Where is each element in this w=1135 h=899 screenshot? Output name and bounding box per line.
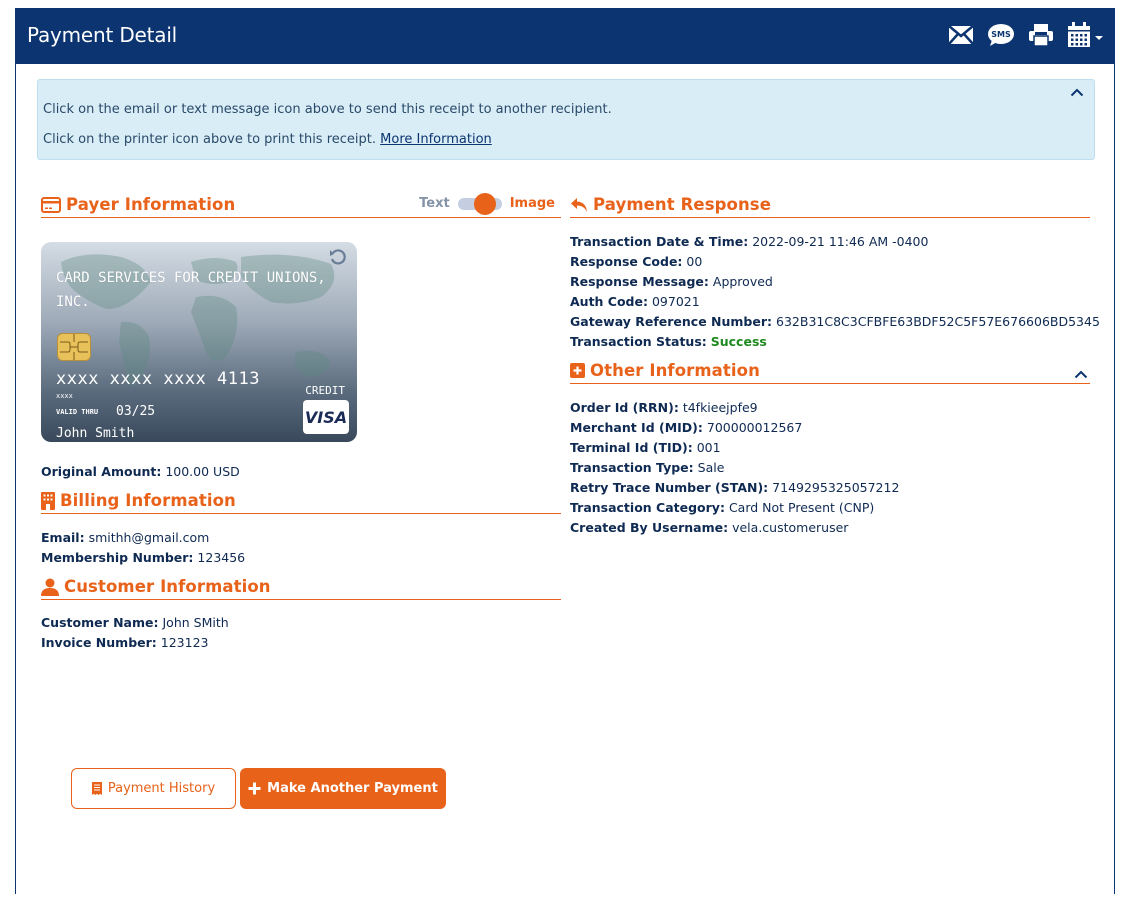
alert-print-text: Click on the printer icon above to print… xyxy=(43,132,381,147)
payment-response-title: Payment Response xyxy=(593,195,772,214)
transaction-status: Transaction Status: Success xyxy=(570,334,767,349)
calendar-button[interactable] xyxy=(1067,22,1104,48)
reply-icon xyxy=(570,197,588,213)
gateway-reference-number: Gateway Reference Number: 632B31C8C3CFBF… xyxy=(570,314,1100,329)
toggle-knob xyxy=(473,192,496,215)
customer-information-header: Customer Information xyxy=(41,574,561,600)
payment-history-label: Payment History xyxy=(107,781,216,796)
original-amount: Original Amount: 100.00 USD xyxy=(41,464,240,479)
sms-button[interactable]: SMS xyxy=(987,23,1015,47)
plus-icon xyxy=(248,782,261,795)
card-type: CREDIT xyxy=(305,384,345,397)
payment-response-header: Payment Response xyxy=(570,192,1090,218)
transaction-type: Transaction Type: Sale xyxy=(570,460,725,475)
valid-thru-label: VALID THRU xyxy=(56,408,99,416)
other-information-title: Other Information xyxy=(590,361,760,380)
billing-email: Email: smithh@gmail.com xyxy=(41,530,210,545)
merchant-id: Merchant Id (MID): 700000012567 xyxy=(570,420,803,435)
retry-trace-number: Retry Trace Number (STAN): 7149295325057… xyxy=(570,480,900,495)
billing-information-title: Billing Information xyxy=(60,491,236,510)
calendar-icon xyxy=(1068,22,1090,47)
page-title: Payment Detail xyxy=(27,23,178,47)
status-badge: Success xyxy=(710,334,767,349)
print-icon xyxy=(1029,24,1053,47)
chevron-up-icon xyxy=(1070,88,1084,97)
toggle-switch[interactable] xyxy=(457,192,502,215)
visa-logo: VISA xyxy=(303,400,349,434)
card-holder-name: John Smith xyxy=(56,426,135,441)
toggle-image-label[interactable]: Image xyxy=(510,196,555,211)
response-code: Response Code: 00 xyxy=(570,254,703,269)
card-number: xxxx xxxx xxxx 4113 xyxy=(56,369,260,389)
customer-name: Customer Name: John SMith xyxy=(41,615,229,630)
sms-icon: SMS xyxy=(988,24,1014,46)
text-image-toggle: Text Image xyxy=(419,192,555,215)
payment-detail-panel: Payment Detail SMS Click on the email or… xyxy=(15,8,1115,894)
user-icon xyxy=(41,578,59,596)
other-information-header: Other Information xyxy=(570,358,1090,384)
order-id: Order Id (RRN): t4fkieejpfe9 xyxy=(570,400,758,415)
svg-text:SMS: SMS xyxy=(991,30,1011,39)
payment-history-button[interactable]: Payment History xyxy=(71,768,236,809)
chevron-up-icon xyxy=(1074,370,1088,379)
payer-information-title: Payer Information xyxy=(66,195,236,214)
billing-information-header: Billing Information xyxy=(41,488,561,514)
payer-information-header: Payer Information Text Image xyxy=(41,192,561,218)
credit-card-image: CARD SERVICES FOR CREDIT UNIONS, INC. xx… xyxy=(41,242,357,442)
alert-collapse-button[interactable] xyxy=(1070,86,1084,101)
flip-card-button[interactable] xyxy=(329,248,347,270)
email-button[interactable] xyxy=(948,25,974,45)
valid-thru-date: 03/25 xyxy=(116,404,156,419)
other-information-collapse-button[interactable] xyxy=(1074,364,1088,383)
alert-message-print: Click on the printer icon above to print… xyxy=(43,132,492,147)
make-another-payment-label: Make Another Payment xyxy=(267,781,438,796)
receipt-icon xyxy=(91,782,102,795)
customer-information-title: Customer Information xyxy=(64,577,271,596)
card-small-number: xxxx xyxy=(56,392,73,400)
make-another-payment-button[interactable]: Make Another Payment xyxy=(240,768,446,809)
auth-code: Auth Code: 097021 xyxy=(570,294,700,309)
plus-square-icon xyxy=(570,363,585,378)
info-alert: Click on the email or text message icon … xyxy=(37,79,1095,160)
more-information-link[interactable]: More Information xyxy=(380,132,492,147)
created-by-username: Created By Username: vela.customeruser xyxy=(570,520,849,535)
transaction-category: Transaction Category: Card Not Present (… xyxy=(570,500,875,515)
card-issuer: CARD SERVICES FOR CREDIT UNIONS, INC. xyxy=(56,270,326,310)
chip-icon xyxy=(57,333,91,365)
transaction-date-time: Transaction Date & Time: 2022-09-21 11:4… xyxy=(570,234,929,249)
caret-down-icon xyxy=(1095,36,1103,40)
billing-membership-number: Membership Number: 123456 xyxy=(41,550,246,565)
toggle-text-label[interactable]: Text xyxy=(419,196,450,211)
invoice-number: Invoice Number: 123123 xyxy=(41,635,209,650)
credit-card-icon xyxy=(41,196,61,213)
header-actions: SMS xyxy=(948,22,1104,48)
print-button[interactable] xyxy=(1028,23,1054,47)
header-bar: Payment Detail SMS xyxy=(16,8,1114,64)
rotate-icon xyxy=(330,249,346,265)
response-message: Response Message: Approved xyxy=(570,274,773,289)
email-icon xyxy=(948,25,974,45)
building-icon xyxy=(41,491,55,510)
alert-message-send: Click on the email or text message icon … xyxy=(43,102,612,117)
terminal-id: Terminal Id (TID): 001 xyxy=(570,440,721,455)
